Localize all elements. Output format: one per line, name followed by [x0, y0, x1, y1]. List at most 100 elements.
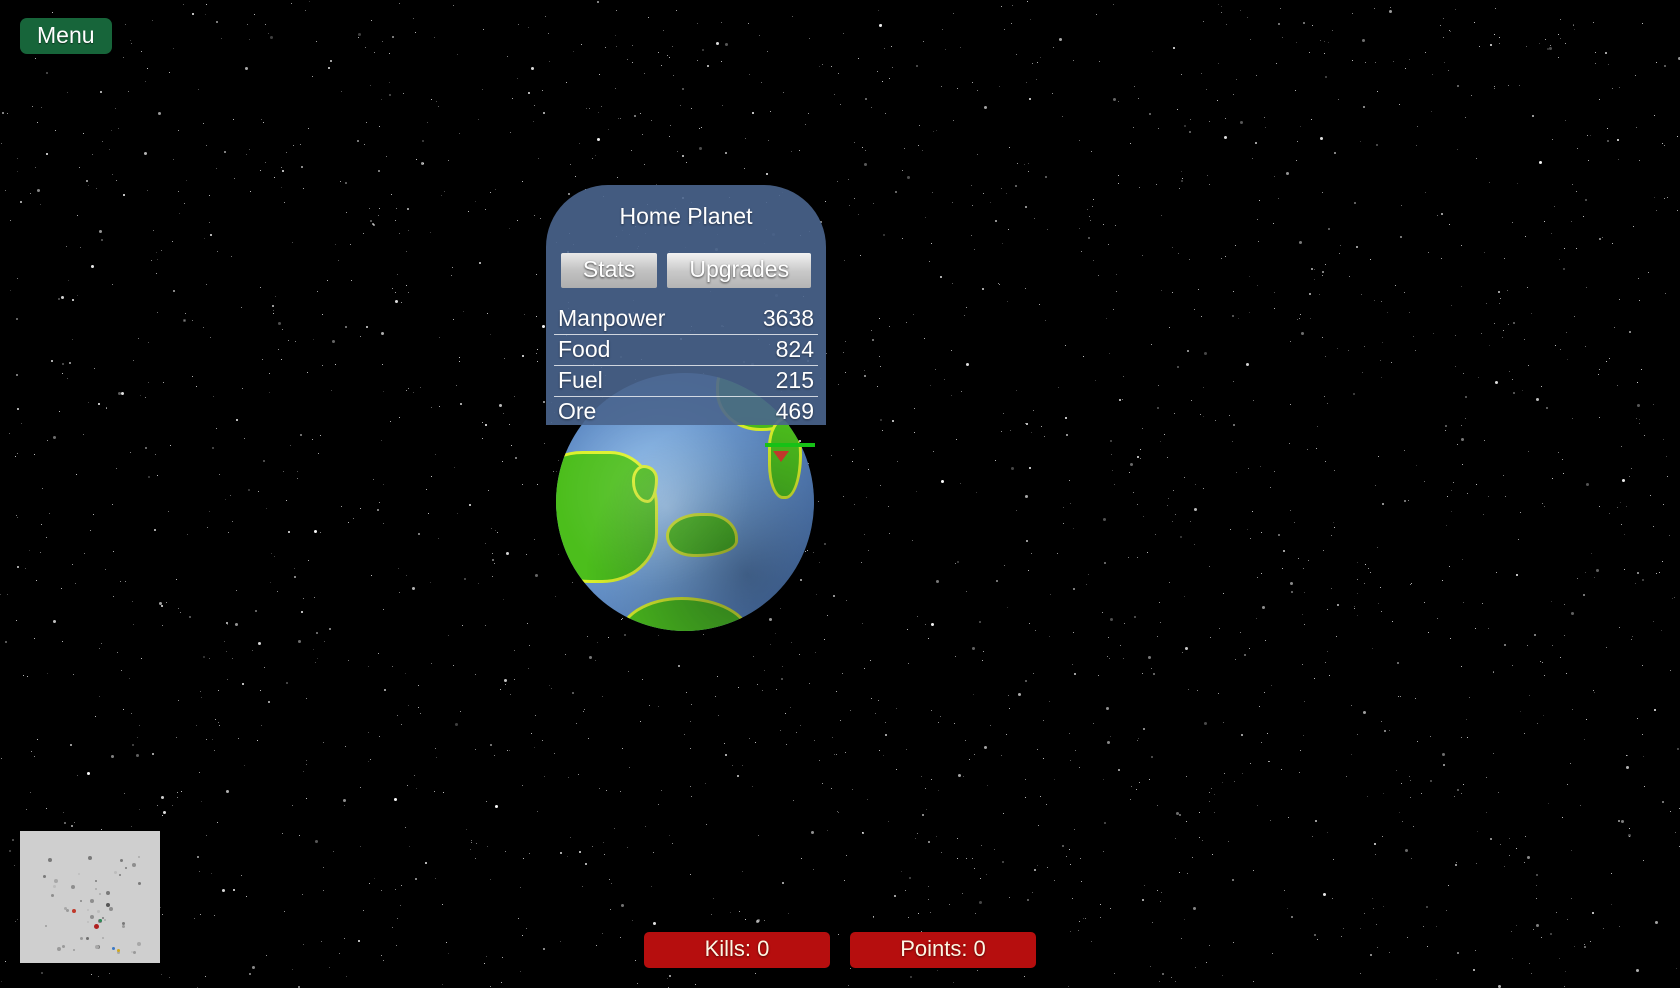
star — [286, 682, 288, 685]
star — [669, 124, 671, 126]
stat-row-manpower: Manpower 3638 — [554, 304, 818, 335]
minimap[interactable] — [20, 831, 160, 963]
star — [1566, 331, 1568, 333]
star — [368, 883, 370, 885]
star — [504, 678, 507, 682]
star — [267, 701, 270, 704]
kills-counter[interactable]: Kills: 0 — [644, 932, 830, 968]
star — [731, 764, 733, 766]
star — [87, 185, 89, 187]
star — [1207, 175, 1209, 177]
star — [1074, 672, 1077, 675]
star — [198, 89, 200, 91]
star — [1208, 945, 1210, 947]
star — [1494, 34, 1496, 35]
star — [1573, 24, 1575, 26]
star — [1609, 358, 1611, 359]
star — [1186, 776, 1188, 778]
star — [610, 882, 612, 884]
star — [1639, 299, 1641, 301]
star — [248, 149, 250, 151]
star — [982, 660, 984, 662]
star — [519, 886, 521, 888]
star — [1024, 680, 1027, 683]
star — [798, 653, 800, 655]
star — [1175, 980, 1177, 982]
star — [101, 141, 103, 143]
star — [914, 408, 916, 410]
tab-upgrades[interactable]: Upgrades — [667, 252, 812, 288]
star — [521, 354, 524, 357]
star — [1363, 346, 1365, 348]
points-counter[interactable]: Points: 0 — [850, 932, 1036, 968]
star — [1548, 46, 1552, 50]
menu-button[interactable]: Menu — [20, 18, 112, 55]
star — [754, 973, 756, 975]
star — [1017, 693, 1021, 697]
star — [383, 523, 385, 525]
star — [294, 341, 296, 343]
stat-label: Food — [558, 335, 611, 362]
star — [316, 657, 318, 659]
star — [1278, 533, 1281, 536]
star — [25, 809, 27, 811]
star — [148, 382, 149, 384]
star — [1221, 257, 1223, 259]
star — [632, 45, 633, 46]
star — [1538, 42, 1540, 44]
star — [313, 648, 315, 650]
star — [534, 714, 536, 716]
star — [145, 80, 147, 82]
star — [1139, 458, 1141, 460]
star — [1083, 356, 1085, 358]
minimap-unit-blip — [106, 903, 110, 907]
star — [1517, 182, 1519, 184]
star — [1322, 892, 1326, 896]
star — [1247, 467, 1249, 469]
star — [1090, 150, 1092, 152]
star — [1350, 754, 1352, 756]
star — [925, 216, 926, 218]
star — [1552, 477, 1554, 479]
star — [214, 719, 216, 721]
star — [1444, 425, 1447, 428]
star — [363, 143, 365, 145]
star — [868, 550, 869, 552]
star — [206, 526, 208, 528]
star — [16, 318, 19, 321]
star — [1337, 98, 1339, 100]
unit-marker[interactable] — [765, 440, 817, 464]
star — [1328, 227, 1331, 230]
star — [1243, 654, 1246, 657]
star — [762, 690, 763, 692]
star — [1614, 327, 1615, 329]
star — [1503, 257, 1505, 259]
star — [1644, 786, 1645, 788]
star — [1225, 256, 1227, 258]
star — [1026, 1, 1028, 3]
star — [1498, 792, 1500, 794]
star — [1366, 796, 1368, 798]
star — [1635, 127, 1637, 129]
star — [1525, 46, 1527, 48]
star — [594, 155, 596, 157]
star — [1352, 60, 1353, 61]
star — [1625, 766, 1629, 770]
minimap-dot — [44, 925, 47, 927]
star — [861, 832, 864, 835]
star — [1159, 901, 1161, 902]
star — [831, 455, 833, 457]
star — [953, 12, 955, 14]
star — [381, 40, 383, 42]
star — [153, 529, 156, 531]
star — [1409, 58, 1411, 60]
star — [169, 445, 171, 447]
star — [1620, 523, 1622, 525]
minimap-dot — [54, 879, 59, 884]
star — [327, 66, 330, 69]
star — [1571, 418, 1573, 420]
star — [839, 104, 841, 106]
tab-stats[interactable]: Stats — [560, 252, 658, 288]
star — [1622, 478, 1626, 482]
stat-row-fuel: Fuel 215 — [554, 366, 818, 397]
